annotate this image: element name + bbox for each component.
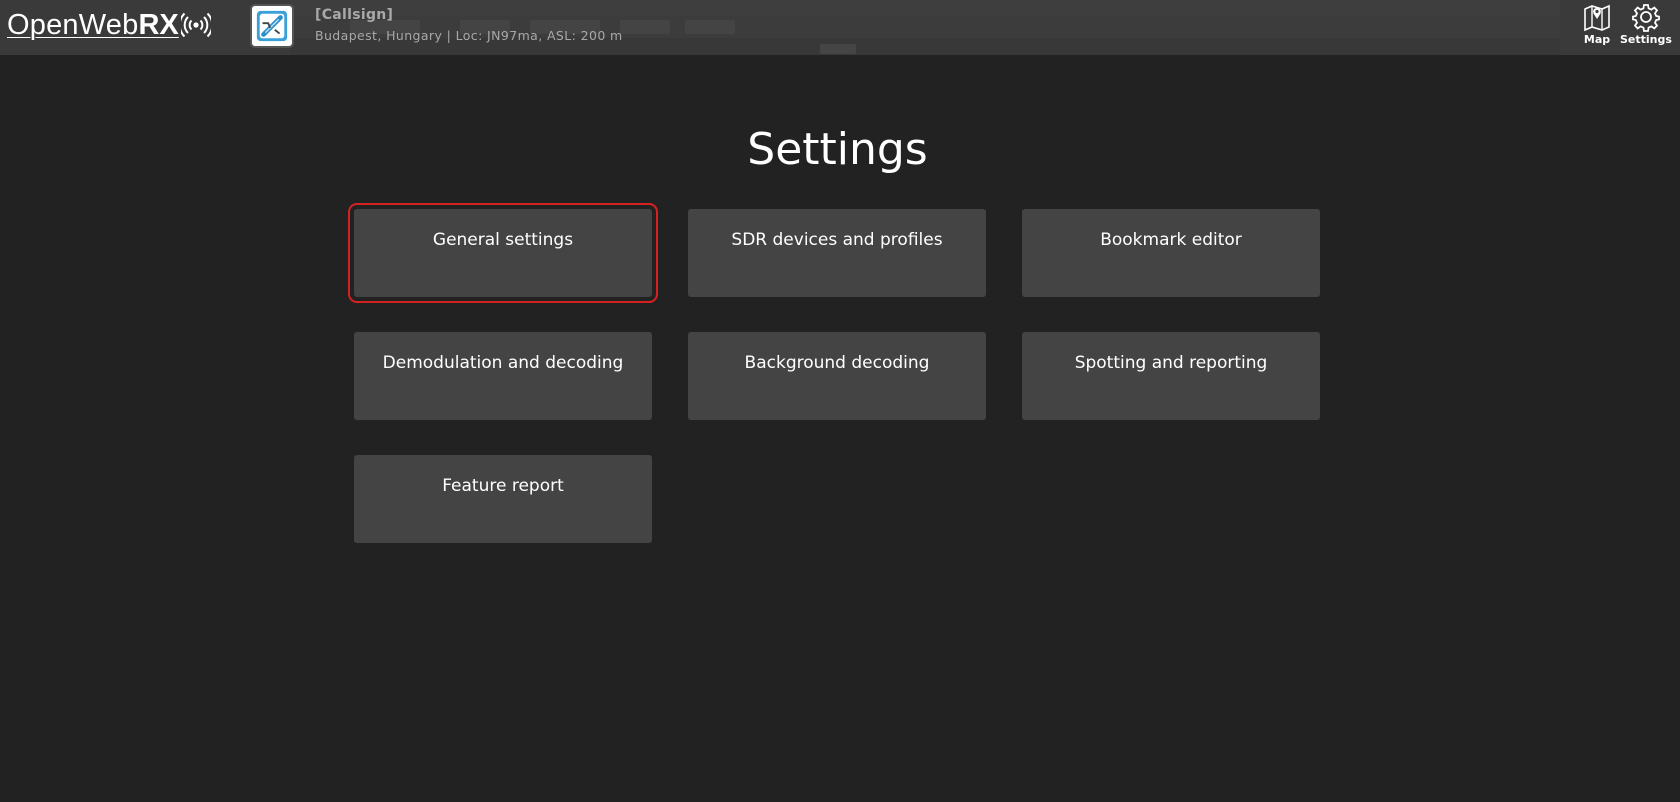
map-button[interactable]: Map [1582, 2, 1612, 46]
openwebrx-logo-link[interactable]: Open Web RX [7, 7, 211, 43]
page-title: Settings [747, 124, 928, 176]
top-bar: Open Web RX [Callsign] Budapest, Hungary |… [0, 0, 1680, 55]
tile-background-decoding[interactable]: Background decoding [688, 332, 986, 420]
map-icon [1584, 4, 1610, 32]
brand-open: Open [7, 8, 79, 41]
receiver-avatar-icon[interactable] [250, 4, 294, 48]
receiver-info: [Callsign] Budapest, Hungary | Loc: JN97… [315, 7, 623, 43]
brand-rx: RX [138, 8, 179, 41]
tile-spotting-reporting[interactable]: Spotting and reporting [1022, 332, 1320, 420]
tile-feature-report[interactable]: Feature report [354, 455, 652, 543]
settings-label: Settings [1620, 33, 1672, 46]
radio-waves-icon [180, 12, 211, 38]
tile-demodulation[interactable]: Demodulation and decoding [354, 332, 652, 420]
map-label: Map [1583, 33, 1611, 46]
gear-icon [1632, 4, 1660, 32]
tile-bookmark-editor[interactable]: Bookmark editor [1022, 209, 1320, 297]
tile-sdr-devices[interactable]: SDR devices and profiles [688, 209, 986, 297]
tile-general-settings[interactable]: General settings [348, 203, 658, 303]
receiver-callsign: [Callsign] [315, 7, 394, 23]
receiver-location: Budapest, Hungary | Loc: JN97ma, ASL: 20… [315, 28, 623, 43]
brand-web: Web [78, 8, 139, 41]
settings-button[interactable]: Settings [1620, 2, 1672, 46]
